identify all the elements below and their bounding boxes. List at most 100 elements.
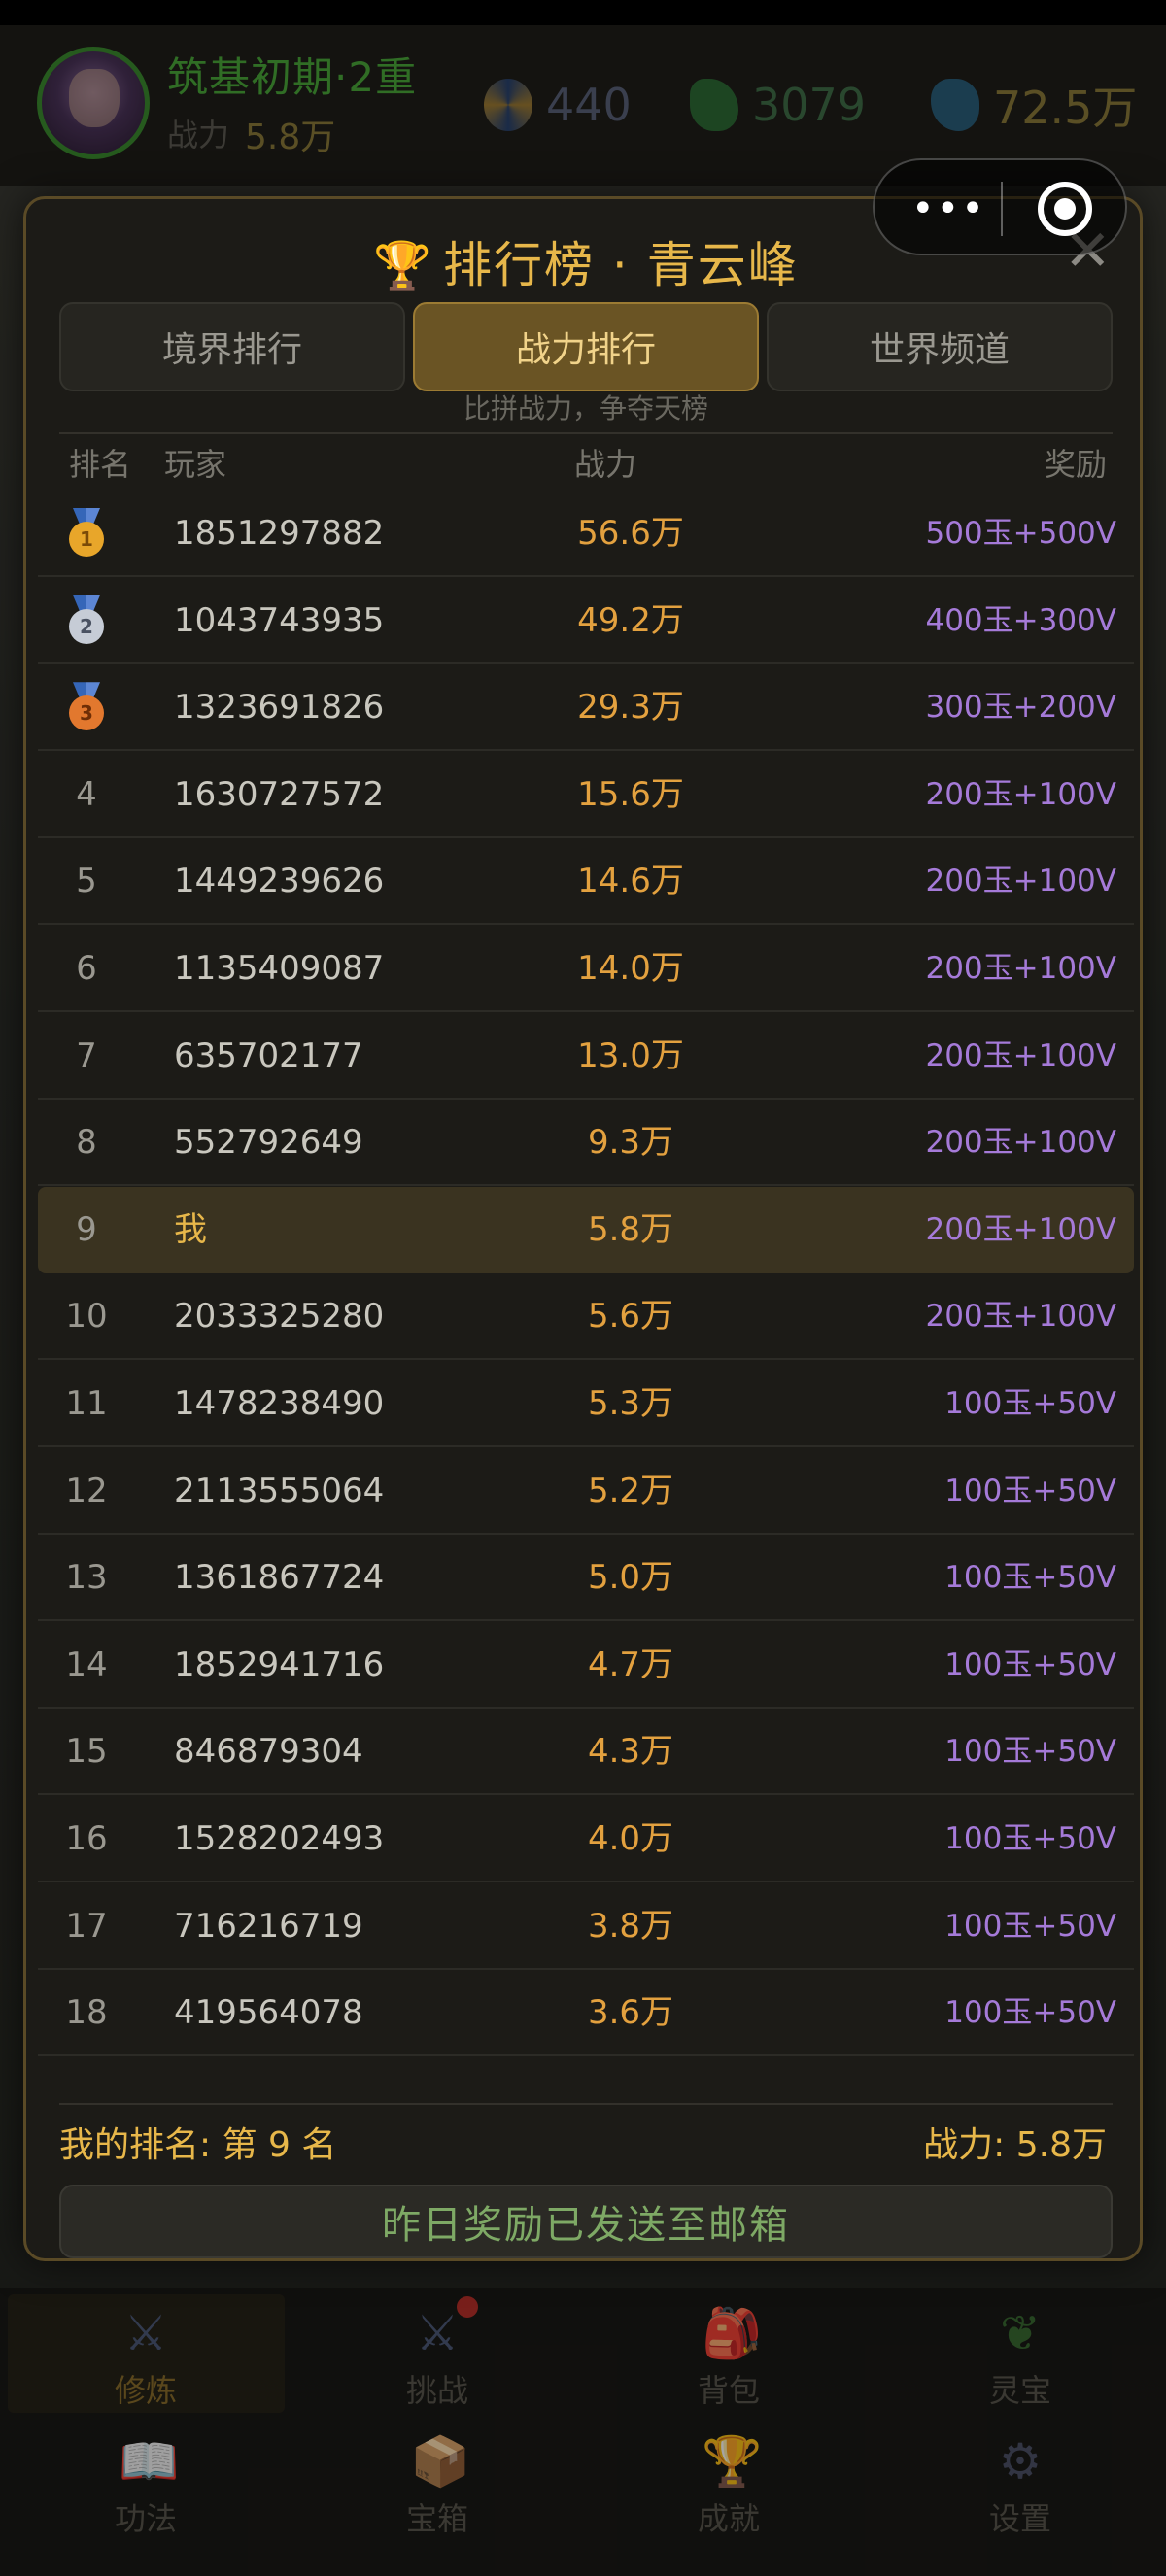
reward-value: 100玉+50V [944,1821,1116,1856]
table-row[interactable]: 12 2113555064 5.2万 100玉+50V [38,1448,1134,1535]
table-row[interactable]: 5 1449239626 14.6万 200玉+100V [38,838,1134,926]
my-power: 战力: 5.8万 [923,2125,1107,2165]
reward-value: 100玉+50V [944,1734,1116,1770]
power-value: 4.7万 [587,1644,674,1684]
table-row[interactable]: 17 716216719 3.8万 100玉+50V [38,1883,1134,1970]
capsule-separator [1001,182,1003,236]
rank-number: 11 [65,1384,108,1423]
player-name: 552792649 [174,1123,363,1163]
close-miniprogram-icon[interactable] [1038,182,1092,236]
rank-number: 18 [65,1993,108,2033]
tab-bar: 境界排行 战力排行 世界频道 [59,302,1113,391]
modal-title-text: 排行榜 · 青云峰 [443,237,799,293]
table-row[interactable]: 10 2033325280 5.6万 200玉+100V [38,1273,1134,1361]
rank-number: 6 [76,949,97,988]
power-value: 3.6万 [587,1993,674,2033]
player-name: 1528202493 [174,1819,385,1858]
reward-value: 100玉+50V [944,1473,1116,1508]
table-row[interactable]: 7 635702177 13.0万 200玉+100V [38,1013,1134,1100]
rank-number: 13 [65,1558,108,1598]
tab-subtitle: 比拼战力，争夺天榜 [463,392,708,424]
player-name: 2113555064 [174,1471,385,1510]
reward-value: 200玉+100V [925,1299,1116,1335]
power-value: 5.6万 [587,1297,674,1337]
reward-value: 300玉+200V [925,690,1116,726]
power-value: 5.8万 [587,1209,674,1249]
column-player: 玩家 [164,446,227,483]
reward-value: 200玉+100V [925,1211,1116,1247]
player-name: 846879304 [174,1732,363,1772]
table-row-me[interactable]: 9 我 5.8万 200玉+100V [38,1186,1134,1273]
table-row[interactable]: 16 1528202493 4.0万 100玉+50V [38,1796,1134,1882]
table-row[interactable]: 3 1323691826 29.3万 300玉+200V [38,664,1134,752]
player-name: 2033325280 [174,1297,385,1337]
player-name: 1361867724 [174,1558,385,1598]
reward-value: 200玉+100V [925,1037,1116,1073]
power-value: 13.0万 [577,1035,684,1075]
table-row[interactable]: 8 552792649 9.3万 200玉+100V [38,1100,1134,1187]
power-value: 14.6万 [577,862,684,901]
gold-medal-icon: 1 [65,508,108,559]
power-value: 14.0万 [577,949,684,988]
table-row[interactable]: 1 1851297882 56.6万 500玉+500V [38,491,1134,577]
tab-realm-ranking[interactable]: 境界排行 [59,302,405,391]
reward-value: 200玉+100V [925,1125,1116,1161]
power-value: 29.3万 [577,688,684,728]
rank-number: 7 [76,1035,97,1075]
silver-medal-icon: 2 [65,594,108,646]
player-name: 1135409087 [174,949,385,988]
rank-number: 16 [65,1819,108,1858]
player-name: 1478238490 [174,1384,385,1423]
power-value: 3.8万 [587,1906,674,1946]
miniprogram-capsule: ••• [873,158,1127,255]
power-value: 4.0万 [587,1819,674,1858]
player-name: 716216719 [174,1906,363,1946]
rank-number: 15 [65,1732,108,1772]
reward-status-button[interactable]: 昨日奖励已发送至邮箱 [59,2185,1113,2258]
rank-number: 5 [76,862,97,901]
reward-value: 200玉+100V [925,951,1116,986]
bronze-medal-icon: 3 [65,682,108,732]
table-row[interactable]: 14 1852941716 4.7万 100玉+50V [38,1622,1134,1709]
player-name: 1043743935 [174,600,385,640]
power-value: 49.2万 [577,600,684,640]
player-name: 1630727572 [174,774,385,814]
rank-number: 17 [65,1906,108,1946]
reward-value: 100玉+50V [944,1908,1116,1944]
tab-world-channel[interactable]: 世界频道 [767,302,1113,391]
reward-value: 100玉+50V [944,1995,1116,2031]
leaderboard-modal: 🏆排行榜 · 青云峰 ✕ 境界排行 战力排行 世界频道 比拼战力，争夺天榜 排名… [23,196,1143,2261]
reward-value: 400玉+300V [925,602,1116,638]
power-value: 15.6万 [577,774,684,814]
power-value: 5.2万 [587,1471,674,1510]
rank-number: 10 [65,1297,108,1337]
reward-value: 100玉+50V [944,1560,1116,1596]
footer-divider [59,2103,1113,2105]
power-value: 4.3万 [587,1732,674,1772]
reward-value: 200玉+100V [925,776,1116,812]
player-name: 1851297882 [174,514,385,553]
table-row[interactable]: 11 1478238490 5.3万 100玉+50V [38,1361,1134,1447]
table-row[interactable]: 13 1361867724 5.0万 100玉+50V [38,1535,1134,1622]
rank-number: 4 [76,774,97,814]
my-rank: 我的排名: 第 9 名 [59,2125,337,2165]
player-name: 1852941716 [174,1644,385,1684]
table-row[interactable]: 4 1630727572 15.6万 200玉+100V [38,752,1134,838]
power-value: 9.3万 [587,1123,674,1163]
more-icon[interactable]: ••• [911,189,986,228]
table-row[interactable]: 2 1043743935 49.2万 400玉+300V [38,578,1134,664]
rank-number: 14 [65,1644,108,1684]
table-row[interactable]: 18 419564078 3.6万 100玉+50V [38,1970,1134,2057]
player-name: 635702177 [174,1035,363,1075]
rank-number: 12 [65,1471,108,1510]
table-row[interactable]: 15 846879304 4.3万 100玉+50V [38,1709,1134,1796]
player-name: 419564078 [174,1993,363,2033]
table-row[interactable]: 6 1135409087 14.0万 200玉+100V [38,926,1134,1012]
screen: 筑基初期·2重 战力 5.8万 440 3079 72.5万 ⚔ 修炼 ⚔ 挑战 🎒 背包… [0,0,1166,2576]
player-name: 1449239626 [174,862,385,901]
power-value: 56.6万 [577,514,684,553]
reward-value: 100玉+50V [944,1646,1116,1682]
tab-power-ranking[interactable]: 战力排行 [413,302,759,391]
column-reward: 奖励 [1044,446,1107,483]
reward-value: 100玉+50V [944,1386,1116,1421]
